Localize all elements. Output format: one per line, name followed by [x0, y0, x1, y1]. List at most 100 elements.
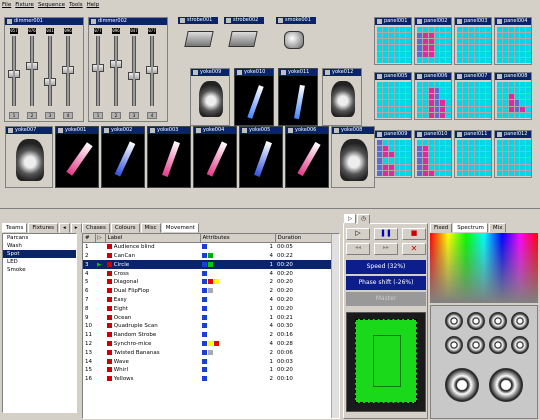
pause-button[interactable]: ❚❚ — [374, 228, 398, 240]
gobo-icon[interactable] — [489, 336, 507, 354]
fader-track[interactable] — [146, 36, 158, 106]
led-panel-window[interactable]: panel010 — [414, 130, 452, 178]
fader-track[interactable] — [128, 36, 140, 106]
led-panel-window[interactable]: panel008 — [494, 72, 532, 120]
table-row[interactable]: 7 Easy 4 00:20 — [83, 296, 333, 305]
stop-button[interactable]: ■ — [402, 228, 426, 240]
list-scrollbar[interactable] — [331, 234, 339, 418]
fader-knob[interactable] — [8, 70, 20, 78]
tab-fixed[interactable]: Fixed — [430, 223, 453, 233]
row-play-cell[interactable] — [95, 278, 105, 287]
beam-view[interactable]: yoke004 — [193, 126, 237, 188]
tab-fixtures[interactable]: Fixtures — [28, 223, 58, 233]
col-attributes[interactable]: Attributes — [200, 234, 276, 244]
fader-knob[interactable] — [44, 78, 56, 86]
yoke-window[interactable]: yoke012 — [322, 68, 362, 126]
gobo-icon[interactable] — [511, 312, 529, 330]
beam-view[interactable]: yoke001 — [55, 126, 99, 188]
led-panel-window[interactable]: panel012 — [494, 130, 532, 178]
table-row[interactable]: 11 Random Strobe 2 00:16 — [83, 331, 333, 340]
strobe-window-1[interactable]: strobe001 — [178, 17, 218, 57]
gobo-icon[interactable] — [511, 336, 529, 354]
table-row[interactable]: 9 Ocean 1 00:21 — [83, 313, 333, 322]
row-play-cell[interactable] — [95, 357, 105, 366]
yoke-window[interactable]: yoke007 — [5, 126, 53, 188]
channel-button[interactable]: 1 — [9, 112, 19, 119]
row-play-cell[interactable] — [95, 304, 105, 313]
row-play-cell[interactable] — [95, 366, 105, 375]
col-label[interactable]: Label — [105, 234, 201, 244]
row-play-cell[interactable] — [95, 322, 105, 331]
forward-button[interactable]: ▸▸ — [374, 243, 398, 255]
tree-item[interactable]: Spot — [3, 250, 76, 258]
fader-knob[interactable] — [26, 62, 38, 70]
beam-view[interactable]: yoke011 — [278, 68, 318, 126]
table-row[interactable]: 5 Diagonal 2 00:20 — [83, 278, 333, 287]
table-row[interactable]: 6 Dual FlipFlop 2 00:20 — [83, 287, 333, 296]
fader-knob[interactable] — [62, 66, 74, 74]
channel-button[interactable]: 1 — [93, 112, 103, 119]
row-play-cell[interactable] — [95, 348, 105, 357]
master-slider[interactable]: Master — [346, 292, 426, 306]
rewind-button[interactable]: ◂◂ — [346, 243, 370, 255]
tab-teams[interactable]: Teams — [2, 223, 28, 233]
tab-mix[interactable]: Mix — [488, 223, 507, 233]
gobo-icon[interactable] — [489, 368, 523, 402]
dimmer-window-1[interactable]: dimmer001 057 076 041 096 1 2 3 4 — [4, 17, 84, 122]
tab-scroll-left[interactable]: ◂ — [59, 223, 70, 233]
fader-knob[interactable] — [110, 60, 122, 68]
play-tab[interactable]: ▷ — [344, 214, 357, 224]
gobo-icon[interactable] — [467, 336, 485, 354]
beam-view[interactable]: yoke005 — [239, 126, 283, 188]
gobo-panel[interactable] — [430, 305, 538, 419]
row-play-cell[interactable] — [95, 340, 105, 349]
gobo-icon[interactable] — [489, 312, 507, 330]
gobo-icon[interactable] — [445, 312, 463, 330]
led-panel-window[interactable]: panel006 — [414, 72, 452, 120]
row-play-cell[interactable]: ▶ — [95, 260, 105, 270]
beam-view[interactable]: yoke002 — [101, 126, 145, 188]
tree-item[interactable]: Parcans — [3, 234, 76, 242]
row-play-cell[interactable] — [95, 287, 105, 296]
phase-shift-slider[interactable]: Phase shift (-26%) — [346, 276, 426, 290]
gobo-icon[interactable] — [445, 368, 479, 402]
tab-movement[interactable]: Movement — [161, 223, 199, 233]
play-button[interactable]: ▷ — [346, 228, 370, 240]
channel-button[interactable]: 3 — [129, 112, 139, 119]
fader-track[interactable] — [62, 36, 74, 106]
table-row[interactable]: 15 Whirl 1 00:20 — [83, 366, 333, 375]
row-play-cell[interactable] — [95, 375, 105, 384]
dimmer-window-2[interactable]: dimmer002 077 096 047 077 1 2 3 4 — [88, 17, 168, 122]
xy-pad[interactable] — [346, 312, 426, 412]
table-row[interactable]: 3 ▶ Circle 1 00:20 — [83, 260, 333, 270]
channel-button[interactable]: 4 — [63, 112, 73, 119]
smoke-window[interactable]: smoke001 — [276, 17, 316, 57]
channel-button[interactable]: 2 — [27, 112, 37, 119]
menu-tools[interactable]: Tools — [69, 0, 83, 10]
colour-spectrum[interactable] — [430, 233, 538, 303]
fader-track[interactable] — [110, 36, 122, 106]
fader-knob[interactable] — [146, 66, 158, 74]
tree-item[interactable]: Smoke — [3, 266, 76, 274]
table-row[interactable]: 1 Audience blind 1 00:05 — [83, 243, 333, 252]
tree-item[interactable]: LED — [3, 258, 76, 266]
led-panel-window[interactable]: panel002 — [414, 17, 452, 65]
col-index[interactable]: # — [83, 234, 96, 244]
led-panel-window[interactable]: panel011 — [454, 130, 492, 178]
channel-button[interactable]: 3 — [45, 112, 55, 119]
fader-track[interactable] — [92, 36, 104, 106]
channel-button[interactable]: 2 — [111, 112, 121, 119]
tab-spectrum[interactable]: Spectrum — [453, 223, 488, 233]
row-play-cell[interactable] — [95, 243, 105, 252]
col-play[interactable]: ▷ — [95, 234, 106, 244]
menu-sequence[interactable]: Sequence — [38, 0, 65, 10]
table-row[interactable]: 16 Yellows 2 00:10 — [83, 375, 333, 384]
menu-fixture[interactable]: Fixture — [15, 0, 34, 10]
table-row[interactable]: 13 Twisted Bananas 2 00:06 — [83, 348, 333, 357]
channel-button[interactable]: 4 — [147, 112, 157, 119]
fader-track[interactable] — [44, 36, 56, 106]
yoke-window[interactable]: yoke009 — [190, 68, 230, 126]
clock-tab[interactable]: ◷ — [357, 214, 371, 224]
row-play-cell[interactable] — [95, 331, 105, 340]
strobe-window-2[interactable]: strobe002 — [224, 17, 264, 57]
